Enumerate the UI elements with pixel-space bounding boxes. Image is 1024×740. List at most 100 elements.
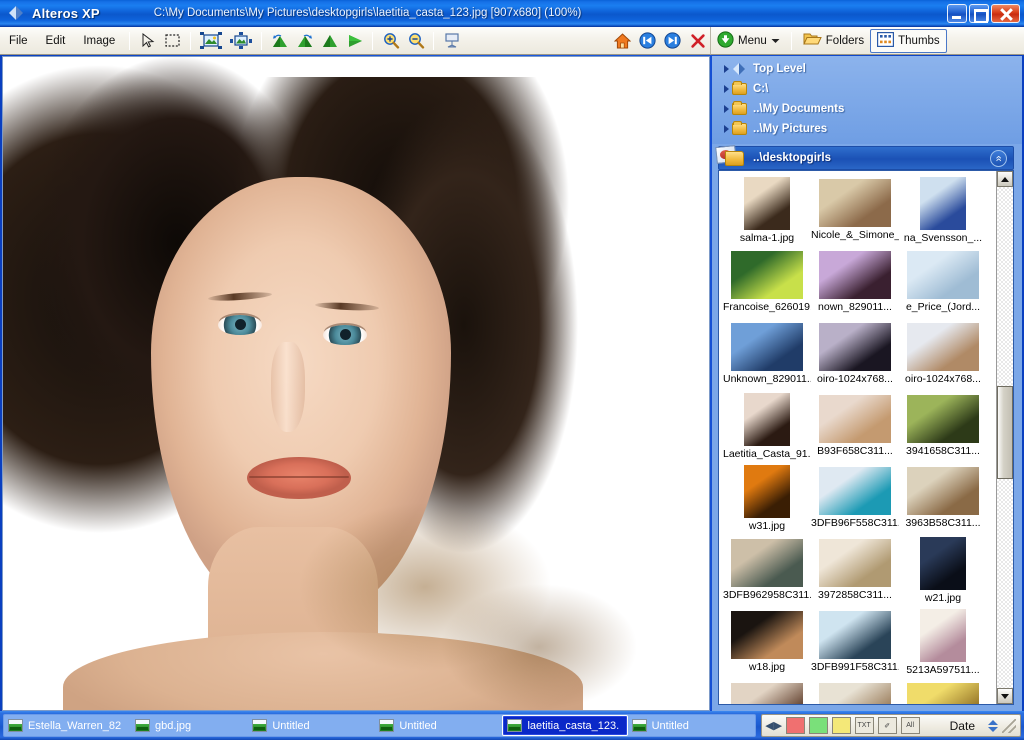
tree-item-my-pictures[interactable]: ..\My Pictures [712,119,1022,139]
scroll-down-button[interactable] [997,688,1013,704]
thumbnail-item[interactable]: Laetitia_Casta_91... [723,393,811,463]
thumbnail-item[interactable]: 3972858C311... [811,537,899,607]
folder-open-icon [802,31,822,50]
flip-vertical-tool-icon[interactable] [317,29,342,53]
thumbnail-item[interactable]: Unknown_829011... [723,321,811,391]
marquee-select-tool-icon[interactable] [160,29,185,53]
expand-arrow-icon[interactable] [720,85,732,93]
rotate-left-tool-icon[interactable] [267,29,292,53]
thumbnail-item[interactable]: 3941658C311... [899,393,987,463]
minimize-button[interactable] [947,3,967,23]
zoom-out-tool-icon[interactable] [403,29,428,53]
thumbnail-label: w18.jpg [748,661,786,673]
document-path-title: C:\My Documents\My Pictures\desktopgirls… [153,7,582,19]
tree-item-top-level[interactable]: Top Level [712,59,1022,79]
thumbnail-image [907,323,979,371]
flip-horizontal-tool-icon[interactable] [342,29,367,53]
selected-folder-header[interactable]: ..\desktopgirls [715,145,1014,170]
thumbnail-browser[interactable]: salma-1.jpg Nicole_&_Simone_... na_Svensso… [718,170,1014,705]
swatch-yellow[interactable] [831,717,851,734]
thumbnail-item[interactable]: 3963B58C311... [899,465,987,535]
app-logo-icon [7,4,25,22]
thumbnail-item[interactable] [899,681,987,704]
thumbnail-item[interactable]: Nicole_&_Simone_... [811,177,899,247]
slideshow-tool-icon[interactable] [439,29,464,53]
task-button-label: gbd.jpg [155,719,192,732]
thumbnail-image [731,251,803,299]
previous-image-button-icon[interactable] [635,29,660,53]
thumbs-button[interactable]: Thumbs [870,28,947,53]
collapse-panel-button[interactable] [990,150,1007,167]
tree-item-my-documents[interactable]: ..\My Documents [712,99,1022,119]
task-button[interactable]: laetitia_casta_123. [502,715,628,736]
sort-order-stepper[interactable] [987,718,998,733]
thumbnail-item[interactable]: B93F658C311... [811,393,899,463]
thumbnail-item[interactable] [723,681,811,704]
thumbnail-scrollbar[interactable] [996,171,1013,704]
home-button-icon[interactable] [610,29,635,53]
thumbnail-item[interactable]: na_Svensson_... [899,177,987,247]
menu-dropdown-button[interactable]: Menu [711,29,786,53]
filter-text-button[interactable]: TXT [854,717,874,734]
pointer-tool-icon[interactable] [135,29,160,53]
task-button[interactable]: gbd.jpg [131,715,248,736]
filter-all-button[interactable]: All [900,717,920,734]
tree-item-c-drive[interactable]: C:\ [712,79,1022,99]
expand-arrow-icon[interactable] [720,65,732,73]
task-button[interactable]: Untitled [375,715,502,736]
thumbnail-item[interactable]: salma-1.jpg [723,177,811,247]
task-button-label: laetitia_casta_123. [527,719,620,732]
pan-arrows-icon[interactable]: ◀▶ [765,718,782,734]
close-button[interactable] [991,3,1020,23]
close-image-button-icon[interactable] [685,29,710,53]
thumbnail-item[interactable]: nown_829011... [811,249,899,319]
folders-button[interactable]: Folders [797,29,870,53]
thumbnail-label: salma-1.jpg [739,232,795,244]
task-button[interactable]: Estella_Warren_82 [4,715,131,736]
folders-button-label: Folders [825,34,865,47]
zoom-in-tool-icon[interactable] [378,29,403,53]
thumbnail-image [744,393,790,446]
thumbnail-item[interactable]: oiro-1024x768... [899,321,987,391]
swatch-red[interactable] [785,717,805,734]
next-image-button-icon[interactable] [660,29,685,53]
thumbnail-item[interactable]: w18.jpg [723,609,811,679]
menu-down-icon [717,30,734,51]
thumbnail-item[interactable]: 3DFB962958C311... [723,537,811,607]
thumbnail-label: na_Svensson_... [903,232,983,244]
fit-to-window-tool-icon[interactable] [196,29,226,53]
task-button-label: Untitled [272,719,310,732]
actual-size-tool-icon[interactable] [226,29,256,53]
thumbnail-item[interactable]: 5213A597511... [899,609,987,679]
resize-grip[interactable] [1002,718,1016,733]
thumbnail-item[interactable]: w31.jpg [723,465,811,535]
scrollbar-thumb[interactable] [997,386,1013,479]
thumbnail-item[interactable]: 3DFB96F558C311... [811,465,899,535]
maximize-button[interactable] [969,3,989,23]
task-button[interactable]: Untitled [248,715,375,736]
thumbnail-item[interactable]: oiro-1024x768... [811,321,899,391]
thumbnail-item[interactable]: 3DFB991F58C311... [811,609,899,679]
thumbnail-label: Laetitia_Casta_91... [723,448,811,460]
thumbnail-item[interactable]: w21.jpg [899,537,987,607]
expand-arrow-icon[interactable] [720,125,732,133]
scroll-up-button[interactable] [997,171,1013,187]
tree-item-label: C:\ [753,83,769,95]
selected-folder-label: ..\desktopgirls [753,152,831,164]
task-button[interactable]: Untitled [628,715,755,736]
window-controls [947,3,1020,23]
thumbnail-item[interactable]: Francoise_626019... [723,249,811,319]
thumbnail-item[interactable]: e_Price_(Jord... [899,249,987,319]
displayed-photo [3,57,709,710]
thumbnail-item[interactable] [811,681,899,704]
expand-arrow-icon[interactable] [720,105,732,113]
swatch-green[interactable] [808,717,828,734]
menu-edit[interactable]: Edit [37,31,75,51]
menu-file[interactable]: File [0,31,37,51]
menu-image[interactable]: Image [74,31,124,51]
thumbnail-image [819,323,891,371]
rotate-right-tool-icon[interactable] [292,29,317,53]
image-viewer-pane[interactable] [2,56,710,711]
filter-pen-button[interactable]: ✐ [877,717,897,734]
task-button-label: Untitled [399,719,437,732]
